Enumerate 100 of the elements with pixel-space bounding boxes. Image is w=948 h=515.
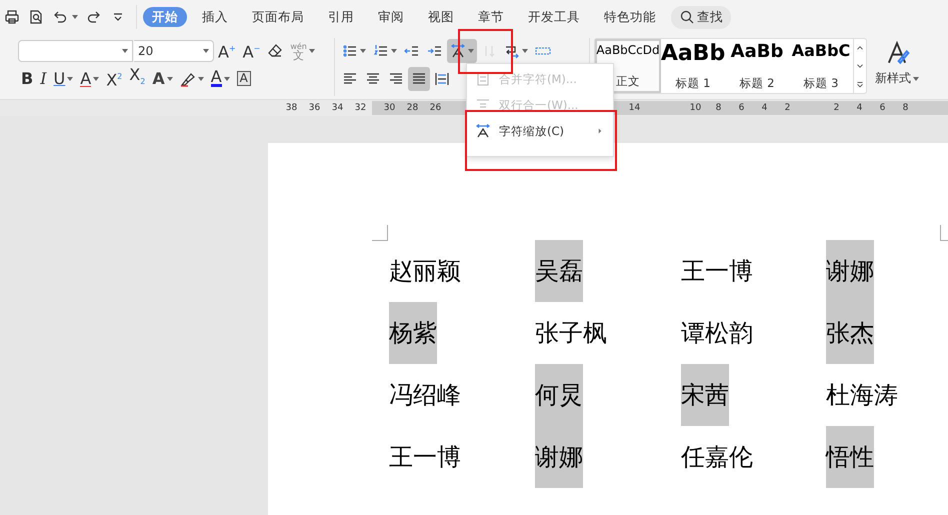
align-right-icon — [388, 70, 404, 86]
tool-button[interactable]: B — [18, 66, 36, 90]
ruler-number: 6 — [878, 103, 886, 113]
align-left-icon — [342, 70, 358, 86]
caret-icon — [122, 48, 128, 52]
ruler-number: 14 — [628, 103, 642, 113]
margin-mark — [372, 225, 388, 241]
redo-icon — [86, 9, 102, 25]
tool-button[interactable]: U — [50, 66, 76, 90]
align-center-icon — [365, 70, 381, 86]
caret-icon — [224, 76, 230, 80]
style-sample: AaBb — [660, 41, 726, 66]
style-sample: AaBbCcDd — [596, 43, 660, 57]
tool-button[interactable]: A — [234, 66, 254, 90]
tool-button[interactable] — [408, 66, 430, 90]
font-name-field[interactable] — [18, 40, 133, 62]
caret-icon — [203, 48, 209, 52]
name-text: 何炅 — [535, 364, 583, 426]
bullet-list-icon — [342, 42, 358, 58]
style-name: 标题 3 — [804, 76, 838, 91]
numbered-list-icon — [373, 42, 389, 58]
ruler-number: 34 — [330, 103, 344, 113]
caret-icon — [308, 48, 315, 52]
name-text: 王一博 — [681, 256, 753, 287]
style-name: 正文 — [616, 74, 640, 89]
tool-button[interactable]: A — [149, 66, 176, 90]
ruler-number: 38 — [284, 103, 298, 113]
caret-icon — [93, 76, 100, 80]
expand-gallery-icon — [855, 80, 865, 90]
name-text: 杜海涛 — [826, 380, 898, 411]
justify-icon — [411, 70, 427, 86]
name-text: 谭松韵 — [681, 318, 753, 349]
name-text: 冯绍峰 — [389, 380, 461, 411]
style-sample: AaBb — [730, 41, 784, 62]
ruler-number: 26 — [428, 103, 442, 113]
ribbon-tab[interactable]: 视图 — [419, 7, 463, 27]
style-option[interactable]: AaBbC 标题 3 — [789, 39, 853, 93]
ribbon-tab[interactable]: 插入 — [193, 7, 237, 27]
caret-icon — [360, 48, 366, 52]
caret-icon — [166, 76, 173, 80]
caret-icon — [198, 76, 204, 80]
caret-icon — [67, 76, 74, 80]
style-name: 标题 1 — [676, 76, 710, 91]
ruler-number: 6 — [738, 103, 746, 113]
name-text: 悟性 — [826, 426, 874, 488]
name-text: 张杰 — [826, 302, 874, 364]
ribbon-tab[interactable]: 引用 — [319, 7, 363, 27]
name-text: 杨紫 — [389, 302, 437, 364]
name-text: 谢娜 — [535, 426, 583, 488]
name-text: 张子枫 — [535, 318, 607, 349]
ruler-number: 2 — [784, 103, 792, 113]
name-text: 任嘉伦 — [681, 442, 753, 473]
eraser-icon — [267, 42, 284, 58]
new-style-button[interactable]: 新样式 — [875, 40, 919, 87]
tool-button[interactable]: X$_{2}$ — [126, 66, 148, 90]
ribbon-tab[interactable]: 开发工具 — [519, 7, 589, 27]
highlighter-icon — [180, 70, 196, 86]
character-scale-icon — [475, 123, 491, 139]
style-option[interactable]: AaBb 标题 1 — [661, 39, 725, 93]
tool-button[interactable]: A — [77, 66, 102, 90]
ruler-number: 8 — [714, 103, 722, 113]
combine-characters-icon — [475, 71, 491, 87]
caret-icon — [391, 48, 397, 52]
name-text: 宋茜 — [681, 364, 729, 426]
annotation-frame — [458, 29, 513, 74]
name-text: 谢娜 — [826, 240, 874, 302]
style-sample: AaBbC — [792, 41, 850, 60]
ruler-number: 2 — [832, 103, 840, 113]
undo-icon — [52, 9, 68, 25]
ruler-number: 4 — [856, 103, 864, 113]
preview-icon — [28, 9, 44, 25]
name-text: 王一博 — [389, 442, 461, 473]
ribbon-tab[interactable]: 页面布局 — [243, 7, 313, 27]
character-scale-icon — [450, 42, 466, 58]
font-size-field[interactable]: 20 — [134, 40, 214, 62]
tool-button[interactable]: A$^{−}$ — [240, 38, 264, 62]
ribbon-tab[interactable]: 特色功能 — [595, 7, 665, 27]
caret-icon — [72, 15, 78, 19]
caret-icon — [468, 48, 474, 52]
style-option[interactable]: AaBb 标题 2 — [725, 39, 789, 93]
tool-button[interactable]: A — [208, 66, 233, 90]
ruler-number: 8 — [902, 103, 910, 113]
tool-button[interactable]: X$^{2}$ — [103, 66, 126, 90]
caret-icon — [522, 48, 528, 52]
menu-item[interactable]: 字符缩放(C) — [467, 118, 613, 144]
search-button[interactable]: 查找 — [671, 6, 731, 28]
ruler-number: 10 — [688, 103, 702, 113]
ruler-number: 30 — [382, 103, 396, 113]
name-text: 吴磊 — [535, 240, 583, 302]
ribbon-tab[interactable]: 章节 — [469, 7, 513, 27]
ruler-number: 32 — [354, 103, 368, 113]
ruler-number: 36 — [308, 103, 322, 113]
ruler-number: 28 — [406, 103, 420, 113]
distribute-icon — [434, 70, 450, 86]
tool-button[interactable]: I — [37, 66, 50, 90]
ribbon-tab[interactable]: 审阅 — [369, 7, 413, 27]
tool-button[interactable]: A$^{+}$ — [215, 38, 239, 62]
tool-button[interactable] — [447, 38, 477, 62]
style-name: 标题 2 — [740, 76, 774, 91]
caret-icon — [913, 76, 919, 80]
